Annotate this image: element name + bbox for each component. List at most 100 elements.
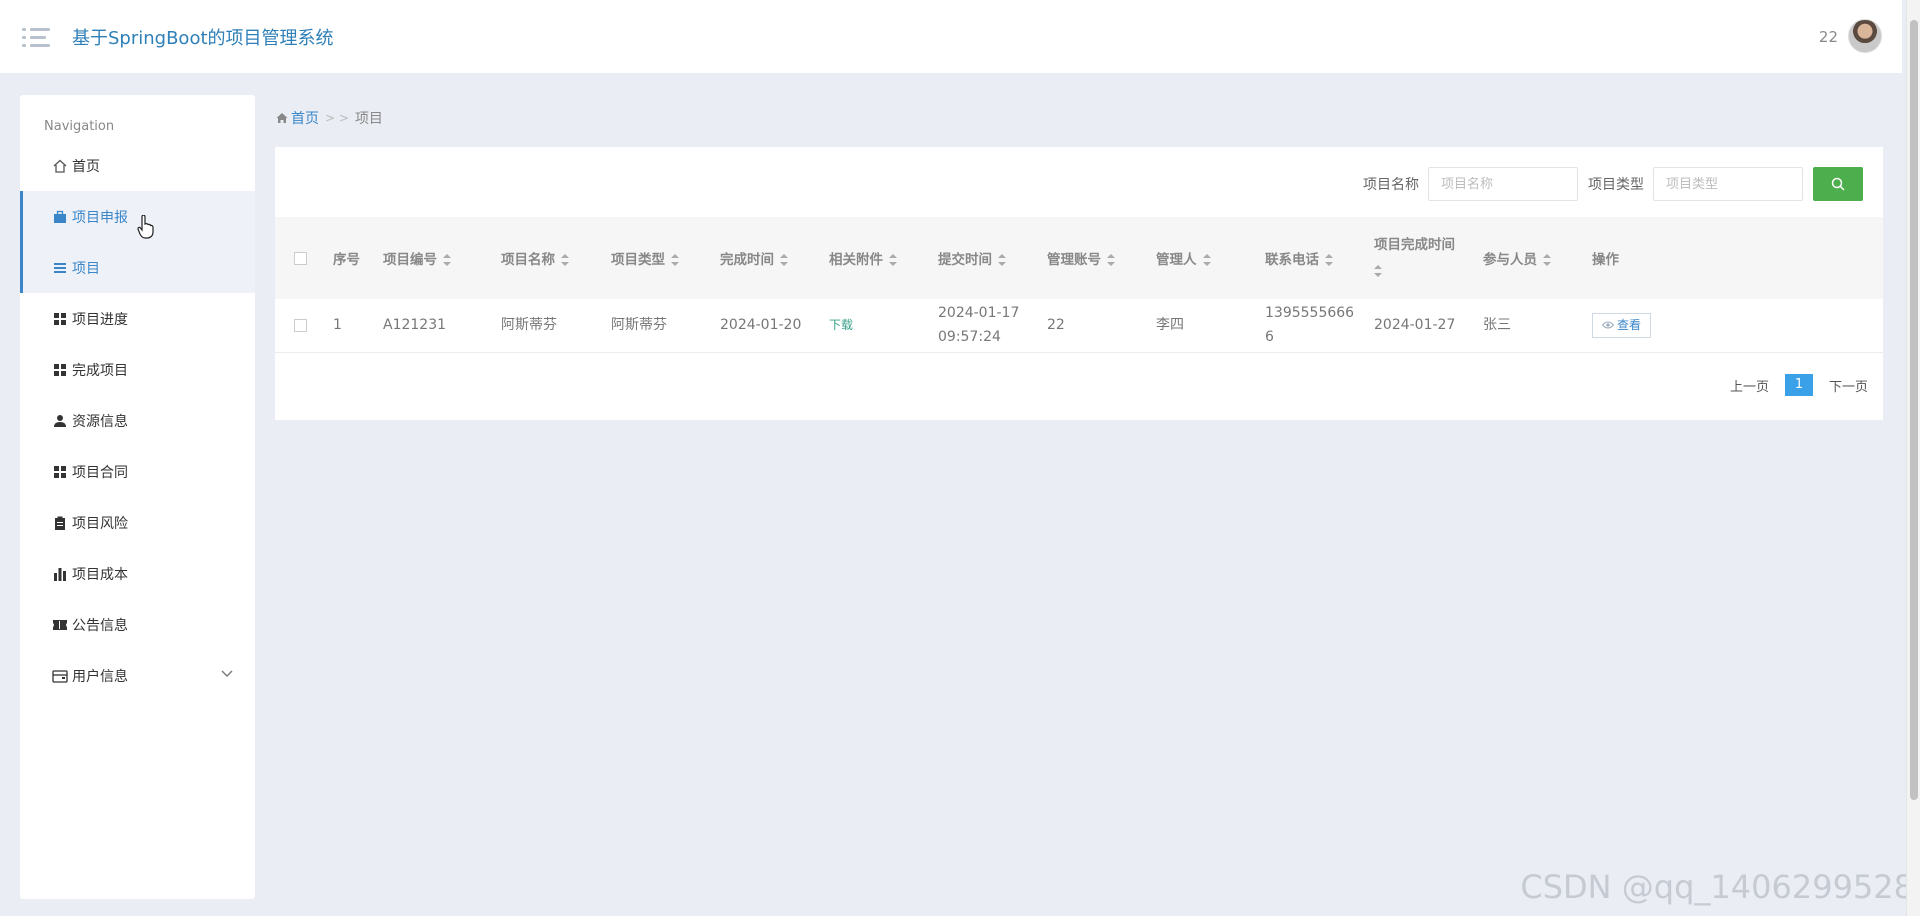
home-icon	[52, 158, 68, 174]
breadcrumb-current: 项目	[354, 111, 383, 127]
view-button[interactable]: 查看	[1592, 312, 1652, 338]
sort-icon[interactable]	[1543, 254, 1551, 266]
current-page-button[interactable]: 1	[1784, 374, 1813, 396]
cell-account: 22	[1047, 299, 1156, 353]
sidebar-item-users[interactable]: 用户信息	[20, 650, 255, 701]
sidebar-item-label: 公告信息	[72, 617, 128, 634]
col-header[interactable]: 项目类型	[611, 217, 720, 299]
col-header[interactable]: 管理账号	[1047, 217, 1156, 299]
sort-icon[interactable]	[1107, 254, 1115, 266]
sidebar-item-completed[interactable]: 完成项目	[20, 344, 255, 395]
sidebar-item-label: 项目	[72, 260, 100, 277]
sidebar-item-label: 资源信息	[72, 413, 128, 430]
col-header[interactable]: 序号	[333, 217, 383, 299]
pagination: 上一页 1 下一页	[1714, 374, 1868, 396]
next-page-button[interactable]: 下一页	[1829, 376, 1868, 395]
sidebar-item-project[interactable]: 项目	[20, 242, 255, 293]
scrollbar-thumb[interactable]	[1910, 20, 1918, 800]
search-button[interactable]	[1813, 167, 1863, 201]
breadcrumb-home[interactable]: 首页	[291, 108, 319, 128]
nav-heading: Navigation	[44, 119, 115, 134]
cell-attachment: 下载	[829, 299, 938, 353]
cell-code: A121231	[383, 299, 501, 353]
sidebar-item-label: 项目合同	[72, 464, 128, 481]
col-header[interactable]: 项目完成时间	[1374, 217, 1483, 299]
sidebar-item-resources[interactable]: 资源信息	[20, 395, 255, 446]
cell-actions: 查看	[1592, 299, 1883, 353]
search-name-label: 项目名称	[1363, 177, 1419, 193]
search-type-label: 项目类型	[1588, 177, 1644, 193]
watermark: CSDN @qq_1406299528	[1520, 868, 1914, 906]
col-header[interactable]: 相关附件	[829, 217, 938, 299]
col-header[interactable]: 提交时间	[938, 217, 1047, 299]
sidebar-item-home[interactable]: 首页	[20, 140, 255, 191]
cell-index: 1	[333, 299, 383, 353]
table-header-row: 序号 项目编号 项目名称 项目类型 完成时间 相关附件 提交时间 管理账号 管理…	[275, 217, 1883, 299]
project-table: 序号 项目编号 项目名称 项目类型 完成时间 相关附件 提交时间 管理账号 管理…	[275, 217, 1883, 353]
sort-icon[interactable]	[443, 254, 451, 266]
search-icon	[1831, 177, 1845, 191]
cell-manager: 李四	[1156, 299, 1265, 353]
wallet-icon	[52, 668, 68, 684]
cell-finish-date: 2024-01-20	[720, 299, 829, 353]
cell-complete-date: 2024-01-27	[1374, 299, 1483, 353]
cell-submit-time: 2024-01-17 09:57:24	[938, 299, 1047, 353]
cell-members: 张三	[1483, 299, 1592, 353]
bar-chart-icon	[52, 566, 68, 582]
grid-icon	[52, 464, 68, 480]
col-header[interactable]: 管理人	[1156, 217, 1265, 299]
sidebar-item-label: 项目进度	[72, 311, 128, 328]
sidebar-item-contract[interactable]: 项目合同	[20, 446, 255, 497]
app-title: 基于SpringBoot的项目管理系统	[72, 28, 334, 49]
sidebar-item-label: 项目申报	[72, 209, 128, 226]
prev-page-button[interactable]: 上一页	[1730, 376, 1769, 395]
chevron-down-icon[interactable]	[221, 667, 233, 681]
list-icon	[52, 260, 68, 276]
table-row: 1 A121231 阿斯蒂芬 阿斯蒂芬 2024-01-20 下载 2024-0…	[275, 299, 1883, 353]
col-header[interactable]: 参与人员	[1483, 217, 1592, 299]
sidebar-item-progress[interactable]: 项目进度	[20, 293, 255, 344]
breadcrumb: 首页 > > 项目	[276, 108, 383, 128]
search-bar: 项目名称 项目类型	[1363, 167, 1883, 201]
user-name[interactable]: 22	[1819, 28, 1838, 46]
top-header: 基于SpringBoot的项目管理系统 22	[0, 0, 1902, 73]
col-header[interactable]: 项目名称	[501, 217, 611, 299]
hand-cursor-icon	[137, 214, 155, 243]
sort-icon[interactable]	[561, 254, 569, 266]
sidebar-item-notice[interactable]: 公告信息	[20, 599, 255, 650]
download-link[interactable]: 下载	[829, 318, 853, 332]
user-icon	[52, 413, 68, 429]
sort-icon[interactable]	[889, 254, 897, 266]
sort-icon[interactable]	[671, 254, 679, 266]
main-card: 项目名称 项目类型 序号 项目编号 项目名称 项目类型 完成时间 相关附件 提交…	[275, 147, 1883, 420]
sidebar-item-cost[interactable]: 项目成本	[20, 548, 255, 599]
sidebar-item-risk[interactable]: 项目风险	[20, 497, 255, 548]
sidebar-item-label: 项目成本	[72, 566, 128, 583]
eye-icon	[1602, 321, 1614, 329]
clipboard-icon	[52, 515, 68, 531]
grid-icon	[52, 311, 68, 327]
sort-icon[interactable]	[1325, 254, 1333, 266]
sidebar-item-label: 首页	[72, 158, 100, 175]
avatar[interactable]	[1848, 19, 1882, 53]
scrollbar[interactable]	[1906, 0, 1920, 916]
search-name-input[interactable]	[1428, 167, 1578, 201]
col-header[interactable]: 完成时间	[720, 217, 829, 299]
sidebar-item-label: 完成项目	[72, 362, 128, 379]
sort-icon[interactable]	[780, 254, 788, 266]
col-header[interactable]: 项目编号	[383, 217, 501, 299]
sort-icon[interactable]	[998, 254, 1006, 266]
row-checkbox[interactable]	[293, 318, 307, 332]
select-all-checkbox[interactable]	[293, 251, 307, 265]
briefcase-icon	[52, 209, 68, 225]
sidebar-item-label: 项目风险	[72, 515, 128, 532]
home-icon	[276, 112, 288, 124]
cell-phone: 1395555666 6	[1265, 299, 1374, 353]
sort-icon[interactable]	[1374, 265, 1382, 277]
sidebar-item-label: 用户信息	[72, 668, 128, 685]
ticket-icon	[52, 617, 68, 633]
menu-toggle-icon[interactable]	[22, 26, 50, 48]
sort-icon[interactable]	[1202, 254, 1211, 266]
search-type-input[interactable]	[1653, 167, 1803, 201]
col-header[interactable]: 联系电话	[1265, 217, 1374, 299]
